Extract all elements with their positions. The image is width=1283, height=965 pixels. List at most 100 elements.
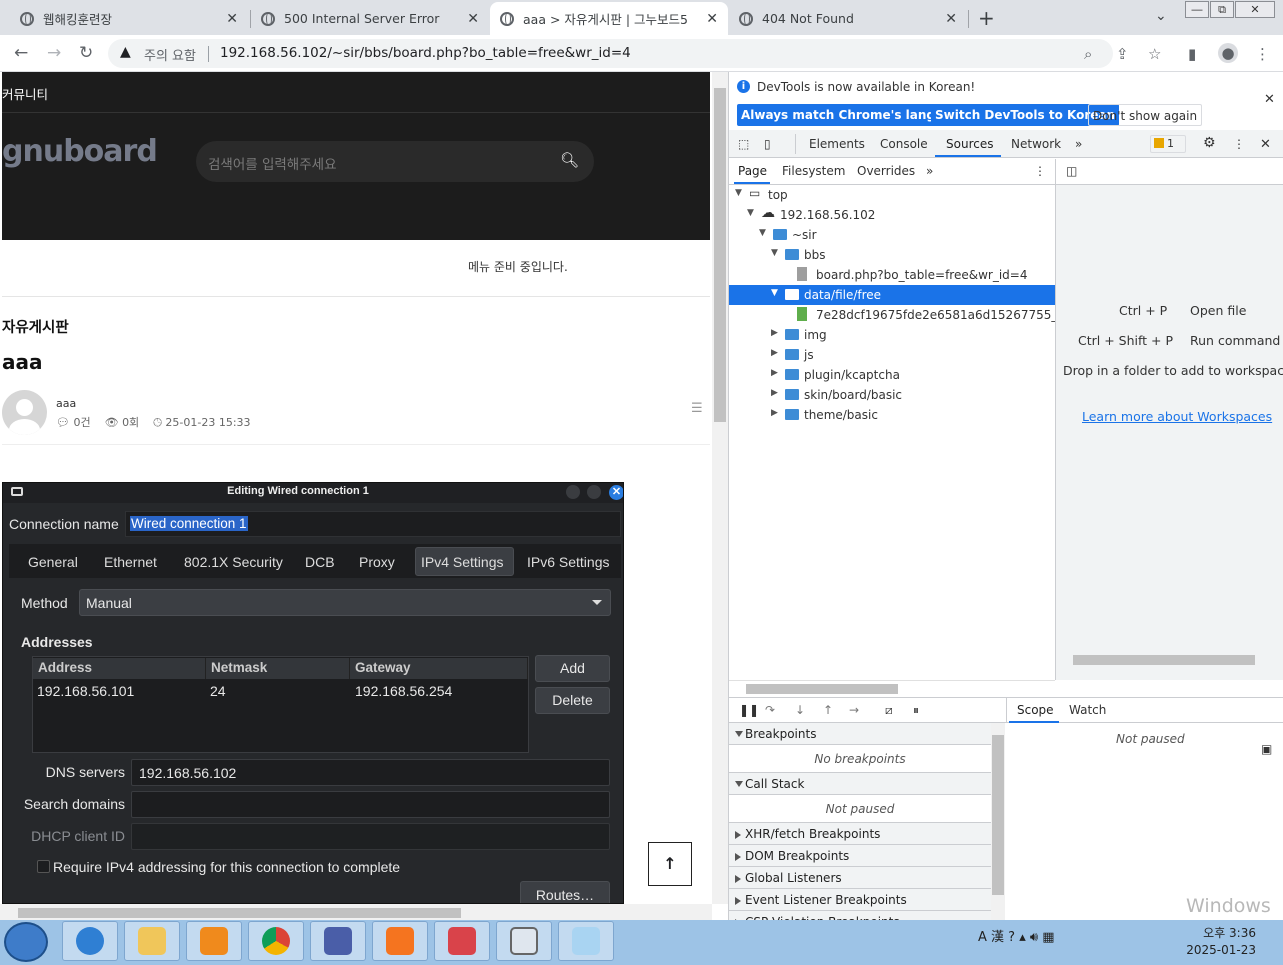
xhr-breakpoints-section[interactable]: XHR/fetch Breakpoints xyxy=(729,823,991,845)
volume-icon[interactable]: 🔊︎ xyxy=(1030,930,1038,945)
tree-item[interactable]: ▼ ▭ top xyxy=(729,185,1055,205)
search-domains-input[interactable] xyxy=(131,791,610,818)
tab-ethernet[interactable]: Ethernet xyxy=(104,554,157,570)
back-icon[interactable]: ← xyxy=(14,43,28,63)
close-icon[interactable]: ✕ xyxy=(1260,137,1271,152)
tab-2[interactable]: 500 Internal Server Error ✕ xyxy=(251,2,489,35)
tab-page[interactable]: Page xyxy=(738,164,767,178)
add-button[interactable]: Add xyxy=(535,655,610,682)
taskbar-vm[interactable] xyxy=(496,921,552,961)
cell-address[interactable]: 192.168.56.101 xyxy=(37,683,134,699)
step-out-icon[interactable]: ↑ xyxy=(823,703,833,717)
deactivate-breakpoints-icon[interactable]: ⧄ xyxy=(885,703,893,718)
scrollbar-thumb[interactable] xyxy=(18,908,461,918)
chevron-right-icon[interactable]: ▶ xyxy=(771,348,778,358)
forward-icon[interactable]: → xyxy=(47,43,61,63)
taskbar-media[interactable] xyxy=(186,921,242,961)
chevron-right-icon[interactable]: ▶ xyxy=(771,368,778,378)
step-over-icon[interactable]: ↷ xyxy=(765,703,775,717)
pause-on-exceptions-icon[interactable]: ⏸ xyxy=(913,703,919,718)
profile-avatar-icon[interactable]: ● xyxy=(1218,43,1238,63)
tab-console[interactable]: Console xyxy=(880,137,928,151)
pause-icon[interactable]: ❚❚ xyxy=(739,703,759,717)
tab-watch[interactable]: Watch xyxy=(1069,703,1106,717)
warning-icon[interactable]: ▲ xyxy=(120,44,131,60)
taskbar-ie[interactable] xyxy=(62,921,118,961)
chevron-down-icon[interactable]: ▼ xyxy=(735,188,742,198)
tab-ipv4-settings[interactable]: IPv4 Settings xyxy=(421,554,504,570)
tab-search-button[interactable]: ⌄ xyxy=(1155,8,1167,24)
scroll-to-top-button[interactable]: ↑ xyxy=(648,842,692,886)
close-window-button[interactable]: ✕ xyxy=(1235,1,1275,18)
tree-item[interactable]: ▼ ~sir xyxy=(729,225,1055,245)
debugger-toggle-icon[interactable]: ▣ xyxy=(1261,742,1272,756)
tree-item[interactable]: ▼ data/file/free xyxy=(729,285,1055,305)
tab-overrides[interactable]: Overrides xyxy=(857,164,915,178)
column-header-gateway[interactable]: Gateway xyxy=(350,658,528,679)
menu-kebab-icon[interactable]: ⋮ xyxy=(1233,137,1245,151)
more-tabs-icon[interactable]: » xyxy=(926,164,933,178)
start-button[interactable] xyxy=(4,922,48,962)
maximize-button[interactable]: ⧉ xyxy=(1210,1,1234,18)
require-ipv4-label[interactable]: Require IPv4 addressing for this connect… xyxy=(53,859,400,875)
breakpoints-section[interactable]: Breakpoints xyxy=(729,723,991,745)
dont-show-again-button[interactable]: Don't show again xyxy=(1088,104,1203,126)
system-clock[interactable]: 오후 3:36 2025-01-23 xyxy=(1186,925,1256,959)
url-text[interactable]: 192.168.56.102/~sir/bbs/board.php?bo_tab… xyxy=(220,45,631,61)
network-status-icon[interactable]: ▦ xyxy=(1042,930,1054,945)
taskbar-app[interactable] xyxy=(434,921,490,961)
column-header-address[interactable]: Address xyxy=(33,658,206,679)
taskbar-notepad[interactable] xyxy=(558,921,614,961)
close-tab-icon[interactable]: ✕ xyxy=(706,11,718,27)
taskbar-chrome[interactable] xyxy=(248,921,304,961)
step-into-icon[interactable]: ↓ xyxy=(795,703,805,717)
tab-ipv6-settings[interactable]: IPv6 Settings xyxy=(527,554,610,570)
post-author[interactable]: aaa xyxy=(56,397,76,410)
chevron-down-icon[interactable]: ▼ xyxy=(759,228,766,238)
tray-arrow-icon[interactable]: ▴ xyxy=(1019,930,1026,945)
tab-elements[interactable]: Elements xyxy=(809,137,865,151)
minimize-button[interactable]: ― xyxy=(1185,1,1209,18)
global-listeners-section[interactable]: Global Listeners xyxy=(729,867,991,889)
tree-item[interactable]: 7e28dcf19675fde2e6581a6d15267755_FpDCh xyxy=(729,305,1055,325)
dns-servers-input[interactable]: 192.168.56.102 xyxy=(131,759,610,786)
tab-dcb[interactable]: DCB xyxy=(305,554,335,570)
connection-name-input[interactable]: Wired connection 1 xyxy=(125,511,621,537)
debugger-sidebar-scrollbar[interactable] xyxy=(991,723,1005,920)
tab-general[interactable]: General xyxy=(28,554,78,570)
tab-network[interactable]: Network xyxy=(1011,137,1061,151)
delete-button[interactable]: Delete xyxy=(535,687,610,714)
chevron-down-icon[interactable]: ▼ xyxy=(771,288,778,298)
list-icon[interactable]: ☰ xyxy=(691,401,703,416)
tree-item[interactable]: ▶ skin/board/basic xyxy=(729,385,1055,405)
settings-gear-icon[interactable]: ⚙ xyxy=(1203,135,1216,151)
addresses-table[interactable]: Address Netmask Gateway 192.168.56.101 2… xyxy=(32,656,529,753)
menu-kebab-icon[interactable]: ⋮ xyxy=(1255,45,1270,63)
toggle-navigator-icon[interactable]: ◫ xyxy=(1066,164,1077,178)
share-icon[interactable]: ⇪ xyxy=(1116,45,1129,63)
learn-more-link[interactable]: Learn more about Workspaces xyxy=(1082,409,1272,424)
tab-sources[interactable]: Sources xyxy=(946,137,993,151)
more-tabs-icon[interactable]: » xyxy=(1075,137,1082,151)
side-panel-icon[interactable]: ▮ xyxy=(1188,45,1196,63)
chevron-down-icon[interactable]: ▼ xyxy=(771,248,778,258)
column-header-netmask[interactable]: Netmask xyxy=(206,658,350,679)
zoom-icon[interactable]: ⌕ xyxy=(1084,45,1092,63)
ime-indicator[interactable]: A 漢 xyxy=(978,930,1004,945)
editor-scrollbar[interactable] xyxy=(1056,652,1283,668)
dialog-titlebar[interactable]: Editing Wired connection 1 ✕ xyxy=(3,483,623,503)
menu-kebab-icon[interactable]: ⋮ xyxy=(1034,164,1046,178)
scrollbar-thumb[interactable] xyxy=(714,88,726,422)
tree-item[interactable]: ▶ js xyxy=(729,345,1055,365)
dhcp-client-id-input[interactable] xyxy=(131,823,610,850)
help-icon[interactable]: ? xyxy=(1008,930,1015,945)
tree-item[interactable]: ▼ ☁ 192.168.56.102 xyxy=(729,205,1055,225)
tree-scrollbar[interactable] xyxy=(729,680,1055,696)
bookmark-star-icon[interactable]: ☆ xyxy=(1148,45,1161,63)
tab-3-active[interactable]: aaa > 자유게시판 | 그누보드5 ✕ xyxy=(490,2,728,35)
inspect-element-icon[interactable]: ⬚ xyxy=(738,137,749,151)
chevron-right-icon[interactable]: ▶ xyxy=(771,328,778,338)
tab-scope[interactable]: Scope xyxy=(1017,703,1054,717)
tree-item[interactable]: board.php?bo_table=free&wr_id=4 xyxy=(729,265,1055,285)
reload-icon[interactable]: ↻ xyxy=(79,43,93,63)
